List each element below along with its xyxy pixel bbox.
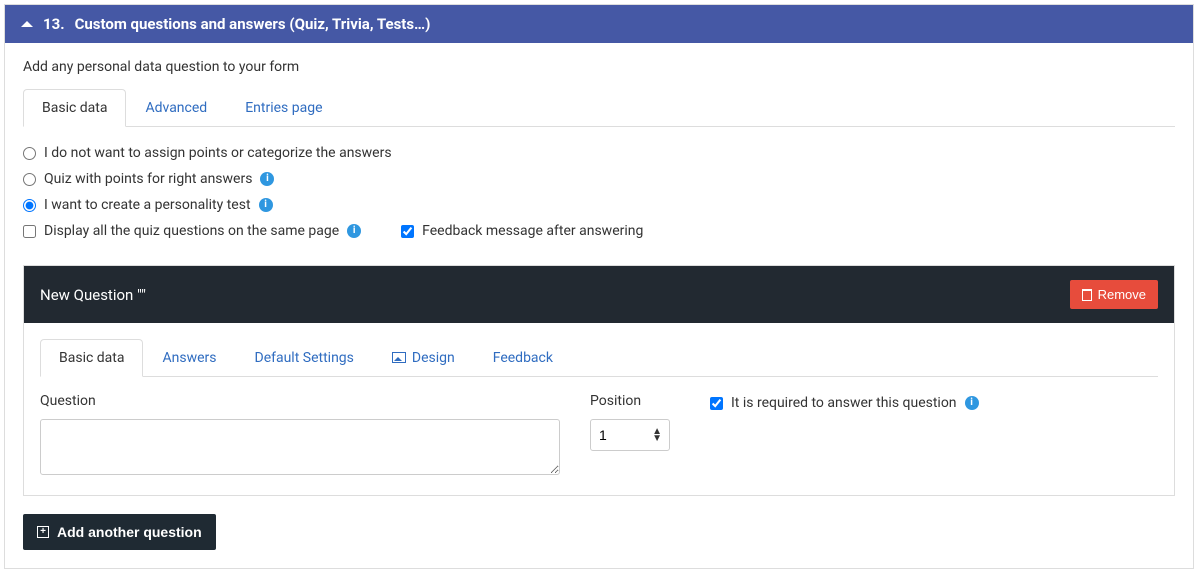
question-card-header: New Question "" Remove	[24, 266, 1174, 323]
mode-option-personality[interactable]: I want to create a personality test i	[23, 197, 1175, 213]
tab-basic-data[interactable]: Basic data	[23, 89, 126, 127]
panel-header[interactable]: 13. Custom questions and answers (Quiz, …	[5, 5, 1193, 43]
position-field: Position 1 ▲▼	[590, 393, 680, 479]
mode-label-quiz: Quiz with points for right answers	[44, 171, 252, 187]
question-fields-row: Question Position 1 ▲▼	[40, 377, 1158, 479]
question-card: New Question "" Remove Basic data Answer…	[23, 265, 1175, 496]
position-select[interactable]: 1	[590, 419, 670, 451]
feedback-checkbox[interactable]	[401, 225, 414, 238]
chevron-up-icon	[21, 21, 33, 27]
intro-text: Add any personal data question to your f…	[23, 59, 1175, 75]
question-input[interactable]	[40, 419, 560, 475]
position-label: Position	[590, 393, 680, 409]
feedback-label: Feedback message after answering	[422, 223, 643, 239]
remove-label: Remove	[1098, 287, 1146, 302]
mode-options: I do not want to assign points or catego…	[23, 127, 1175, 251]
outer-tabs: Basic data Advanced Entries page	[23, 89, 1175, 127]
inner-tabs: Basic data Answers Default Settings Desi…	[40, 339, 1158, 377]
qtab-basic-data[interactable]: Basic data	[40, 339, 143, 377]
trash-icon	[1082, 289, 1092, 301]
same-page-label: Display all the quiz questions on the sa…	[44, 223, 339, 239]
tab-entries-page[interactable]: Entries page	[226, 89, 341, 127]
qtab-default-settings[interactable]: Default Settings	[236, 339, 373, 377]
mode-radio-none[interactable]	[23, 147, 36, 160]
mode-radio-quiz[interactable]	[23, 173, 36, 186]
required-field: It is required to answer this question i	[710, 393, 1158, 479]
info-icon[interactable]: i	[259, 198, 273, 212]
panel-header-title: Custom questions and answers (Quiz, Triv…	[75, 15, 431, 33]
mode-label-personality: I want to create a personality test	[44, 197, 251, 213]
add-question-button[interactable]: + Add another question	[23, 514, 216, 550]
required-option[interactable]: It is required to answer this question i	[710, 395, 1158, 411]
panel-body: Add any personal data question to your f…	[5, 43, 1193, 568]
mode-option-none[interactable]: I do not want to assign points or catego…	[23, 145, 1175, 161]
panel-header-number: 13.	[43, 15, 65, 33]
question-heading: New Question ""	[40, 286, 146, 304]
qtab-design[interactable]: Design	[373, 339, 474, 377]
mode-option-quiz[interactable]: Quiz with points for right answers i	[23, 171, 1175, 187]
plus-icon: +	[37, 526, 49, 538]
custom-questions-panel: 13. Custom questions and answers (Quiz, …	[4, 4, 1194, 569]
required-checkbox[interactable]	[710, 397, 723, 410]
tab-advanced[interactable]: Advanced	[126, 89, 226, 127]
required-label: It is required to answer this question	[731, 395, 957, 411]
image-icon	[392, 352, 406, 363]
question-label: Question	[40, 393, 560, 409]
info-icon[interactable]: i	[260, 172, 274, 186]
mode-label-none: I do not want to assign points or catego…	[44, 145, 392, 161]
mode-radio-personality[interactable]	[23, 199, 36, 212]
same-page-option[interactable]: Display all the quiz questions on the sa…	[23, 223, 361, 239]
qtab-feedback[interactable]: Feedback	[474, 339, 572, 377]
info-icon[interactable]: i	[347, 224, 361, 238]
add-question-label: Add another question	[57, 524, 202, 540]
question-field: Question	[40, 393, 560, 479]
feedback-option[interactable]: Feedback message after answering	[401, 223, 643, 239]
same-page-checkbox[interactable]	[23, 225, 36, 238]
remove-question-button[interactable]: Remove	[1070, 280, 1158, 309]
display-options-row: Display all the quiz questions on the sa…	[23, 223, 1175, 239]
question-card-body: Basic data Answers Default Settings Desi…	[24, 323, 1174, 495]
info-icon[interactable]: i	[965, 396, 979, 410]
qtab-design-label: Design	[412, 350, 455, 366]
qtab-answers[interactable]: Answers	[143, 339, 235, 377]
